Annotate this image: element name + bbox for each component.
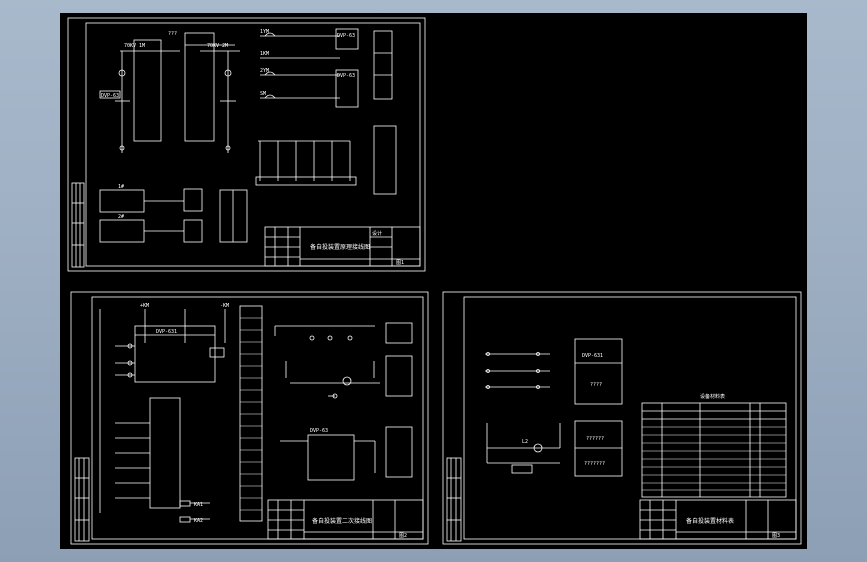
sheet-3-frame bbox=[442, 291, 802, 545]
sheet-2-coil-a-label: KA1 bbox=[194, 502, 203, 508]
sheet-2-coil-b-label: KA2 bbox=[194, 518, 203, 524]
sheet-1-relay-d-label: 1KM bbox=[260, 51, 269, 57]
sheet-3-table-title: 设备材料表 bbox=[700, 393, 725, 400]
sheet-1-side-strip bbox=[71, 182, 85, 268]
sheet-3-device-box-3-label: ??????? bbox=[584, 461, 605, 467]
sheet-1-title-text: 备自投装置原理接线图 bbox=[310, 243, 370, 251]
sheet-1-relay-a-label: 1YM bbox=[260, 29, 269, 35]
sheet-1-terminal-1-label: 1# bbox=[118, 184, 124, 190]
sheet-2-bus-b-label: -KM bbox=[220, 303, 229, 309]
sheet-1-schematic bbox=[99, 28, 397, 243]
sheet-2-side-strip bbox=[74, 457, 90, 542]
sheet-3-sheet-no: 图3 bbox=[772, 533, 780, 539]
sheet-3-coil-label: L2 bbox=[522, 439, 528, 445]
sheet-1-device-second-label: DVP-63 bbox=[337, 33, 355, 39]
cad-canvas[interactable]: 70KV 1M ??? 70KV 2M 1YM 2YM SM 1KM DVP-6… bbox=[60, 13, 807, 549]
sheet-1-relay-c-label: SM bbox=[260, 91, 266, 97]
sheet-2-device-second-label: DVP-63 bbox=[310, 428, 328, 434]
sheet-2-bus-a-label: +KM bbox=[140, 303, 149, 309]
sheet-3-device-main-label: DVP-631 bbox=[582, 353, 603, 359]
sheet-1-sheet-no: 图1 bbox=[396, 260, 404, 266]
sheet-2-schematic bbox=[99, 305, 413, 523]
sheet-1-terminal-2-label: 2# bbox=[118, 214, 124, 220]
sheet-1-device-third-label: DVP-63 bbox=[337, 73, 355, 79]
sheet-1-relay-b-label: 2YM bbox=[260, 68, 269, 74]
sheet-1-bus-left-label: 70KV 1M bbox=[124, 43, 145, 49]
sheet-1-bus-mid-label: ??? bbox=[168, 31, 177, 37]
sheet-2-title-text: 备自投装置二次接线图 bbox=[312, 517, 372, 525]
sheet-1-table-label: 设计 bbox=[372, 230, 382, 237]
sheet-3-side-strip bbox=[446, 457, 462, 542]
sheet-3-schematic bbox=[485, 338, 787, 498]
sheet-2-device-main-label: DVP-631 bbox=[156, 329, 177, 335]
sheet-3-title-text: 备自投装置材料表 bbox=[686, 517, 734, 525]
cad-drawing: 70KV 1M ??? 70KV 2M 1YM 2YM SM 1KM DVP-6… bbox=[67, 17, 802, 545]
sheet-1-bus-right-label: 70KV 2M bbox=[207, 43, 228, 49]
sheet-3-device-box-1-label: ???? bbox=[590, 382, 602, 388]
sheet-1-device-main-label: DVP-63 bbox=[101, 93, 119, 99]
sheet-2-sheet-no: 图2 bbox=[399, 533, 407, 539]
sheet-3-device-box-2-label: ?????? bbox=[586, 436, 604, 442]
